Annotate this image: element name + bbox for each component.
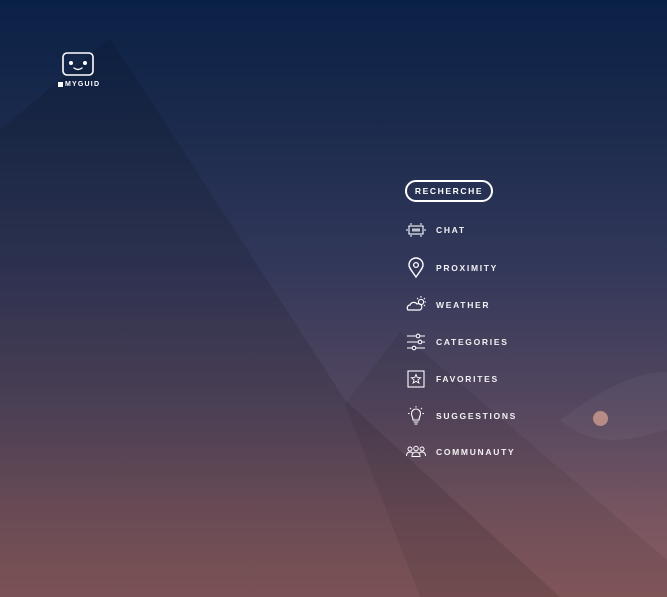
menu-item-favorites[interactable]: FAVORITES	[405, 368, 499, 390]
menu-item-proximity[interactable]: PROXIMITY	[405, 257, 498, 279]
chat-screen-icon	[406, 223, 426, 237]
menu-item-weather[interactable]: WEATHER	[405, 294, 490, 316]
menu-item-label: WEATHER	[436, 300, 491, 310]
logo-square-icon	[58, 82, 63, 87]
search-button[interactable]: RECHERCHE	[405, 180, 493, 202]
robot-face-icon	[62, 52, 94, 76]
menu-item-label: COMMUNAUTY	[436, 447, 516, 457]
menu-item-label: PROXIMITY	[436, 263, 499, 273]
logo-text: MYGUID	[58, 81, 100, 88]
menu-item-communauty[interactable]: COMMUNAUTY	[405, 441, 515, 463]
background-pyramids	[0, 38, 667, 597]
menu-item-label: CATEGORIES	[436, 337, 509, 347]
sliders-icon	[407, 333, 425, 351]
people-icon	[406, 445, 426, 457]
search-button-label: RECHERCHE	[414, 186, 484, 196]
menu-item-label: SUGGESTIONS	[436, 411, 518, 421]
star-box-icon	[407, 370, 425, 388]
menu-item-categories[interactable]: CATEGORIES	[405, 331, 509, 353]
cloud-sun-icon	[406, 296, 426, 311]
lightbulb-icon	[408, 406, 424, 425]
location-pin-icon	[408, 257, 424, 279]
menu-item-suggestions[interactable]: SUGGESTIONS	[405, 405, 517, 427]
menu-item-label: FAVORITES	[436, 374, 499, 384]
floating-dot[interactable]	[593, 411, 608, 426]
menu-item-chat[interactable]: CHAT	[405, 219, 466, 241]
logo-label: MYGUID	[65, 81, 101, 88]
menu-item-label: CHAT	[436, 225, 466, 235]
